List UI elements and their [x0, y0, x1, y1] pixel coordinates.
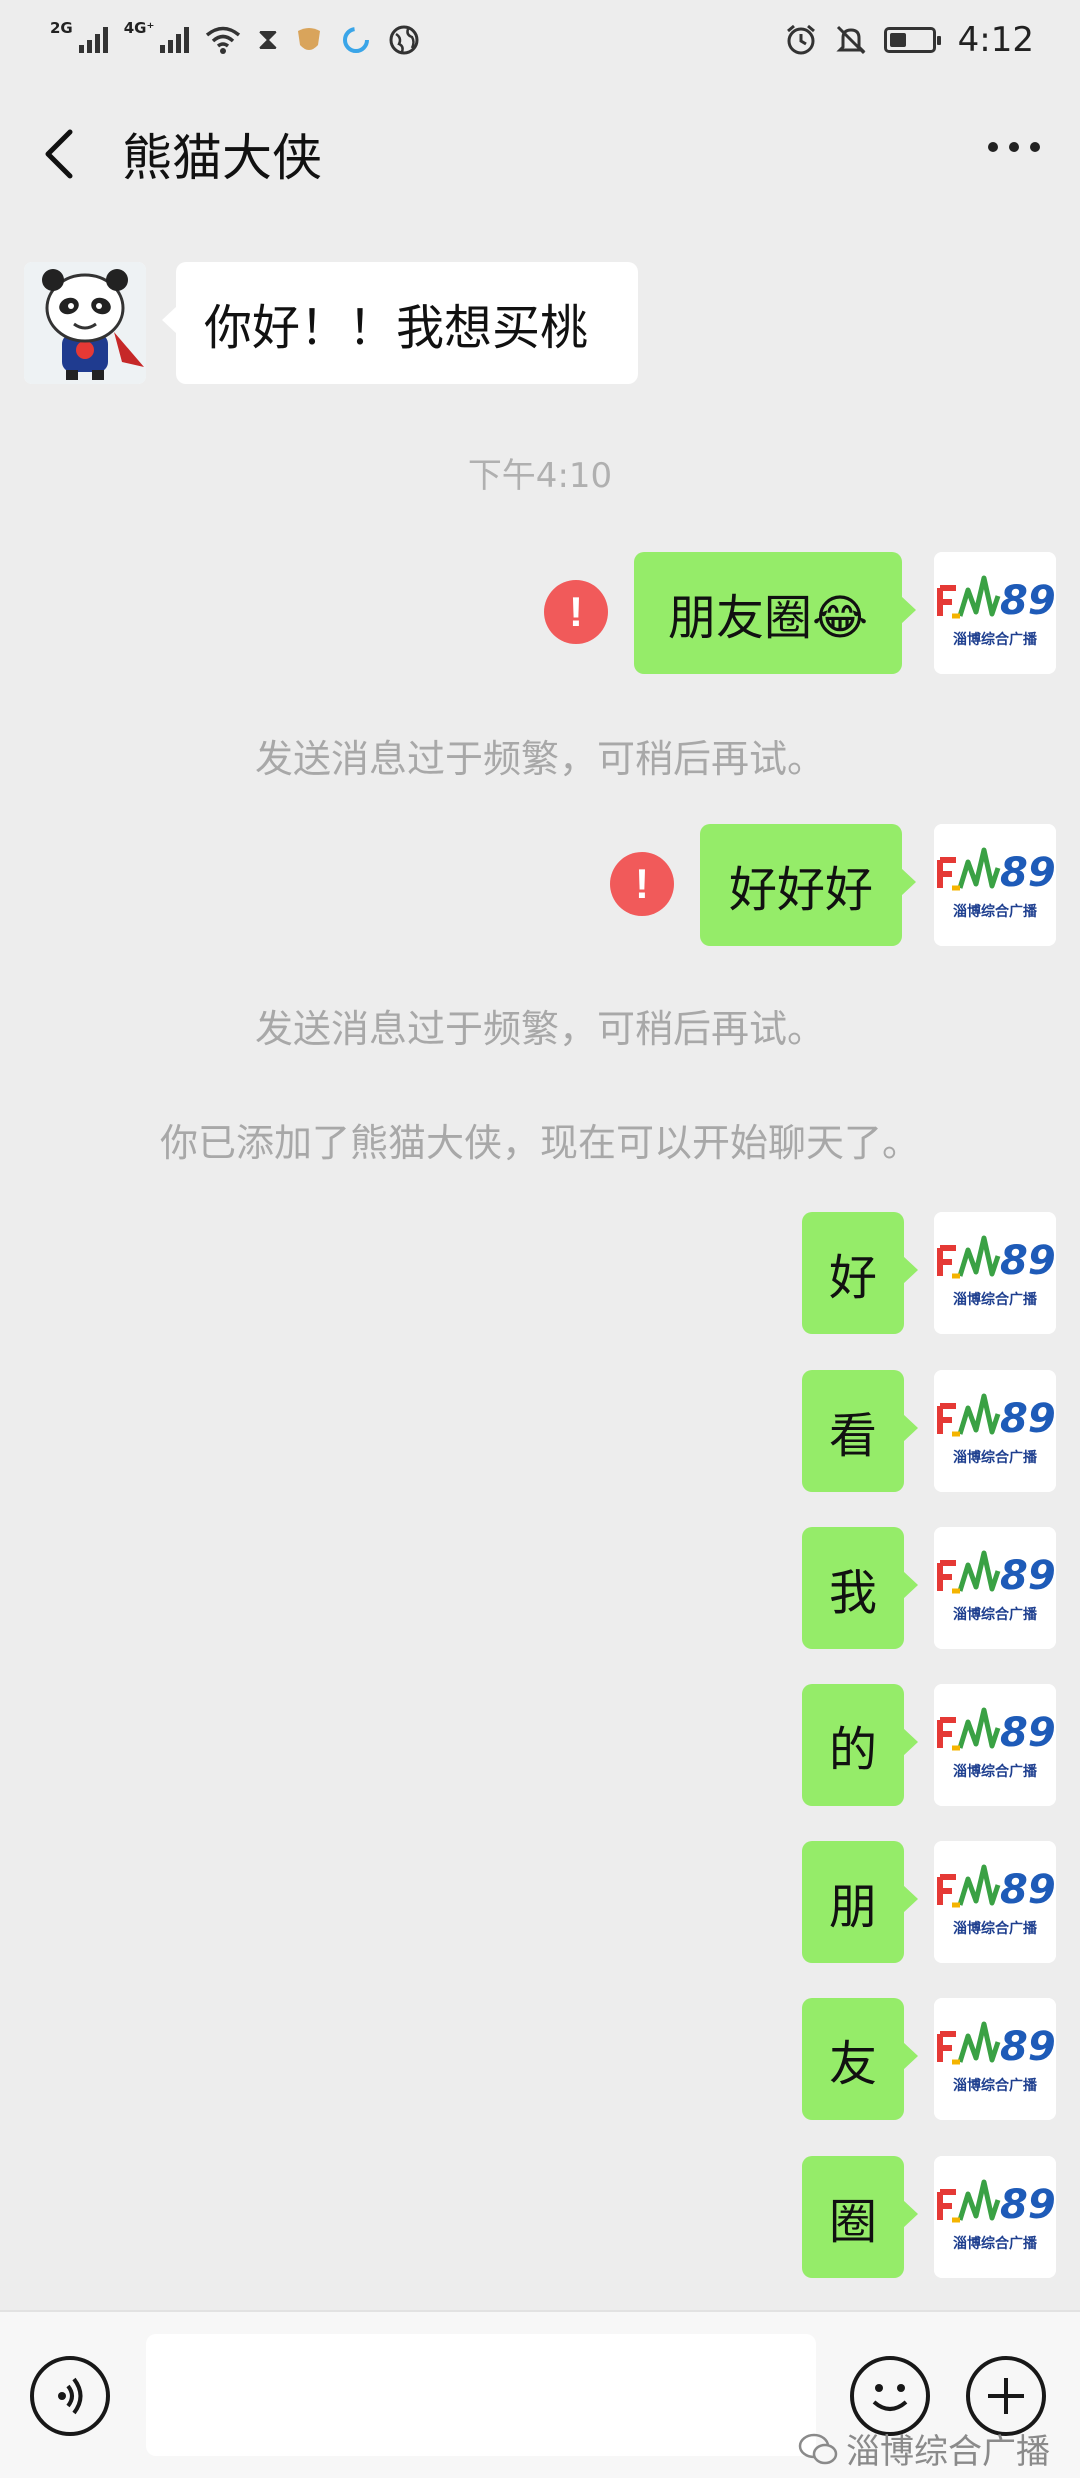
message-text: 好好好 [728, 862, 873, 918]
message-bubble-outgoing[interactable]: 友 [802, 1998, 918, 2120]
my-avatar[interactable]: 89 淄博综合广播 [934, 1212, 1056, 1334]
message-text: 我 [828, 1565, 877, 1621]
fm89-logo-image: 89 淄博综合广播 [934, 552, 1056, 674]
contact-avatar[interactable] [24, 262, 146, 384]
voice-icon [58, 2377, 83, 2415]
svg-text:89: 89 [1000, 1396, 1056, 1442]
battery-icon [883, 27, 941, 53]
smiley-icon [872, 2384, 908, 2411]
svg-text:89: 89 [1000, 2024, 1056, 2070]
signal-icon [160, 27, 190, 53]
my-avatar[interactable]: 89 淄博综合广播 [934, 552, 1056, 674]
message-input[interactable] [146, 2334, 816, 2456]
status-left: 2G 4G⁺ ⧗ [50, 19, 420, 57]
message-bubble-outgoing[interactable]: 圈 [802, 2156, 918, 2278]
network-type-4g: 4G⁺ [123, 19, 155, 37]
svg-text:淄博综合广播: 淄博综合广播 [953, 903, 1038, 920]
system-notice-friend-added: 你已添加了熊猫大侠，现在可以开始聊天了。 [159, 1121, 920, 1165]
wechat-icon [798, 2433, 838, 2464]
svg-text:89: 89 [1000, 1867, 1056, 1913]
plus-icon [988, 2378, 1024, 2414]
message-text: 朋 [828, 1879, 877, 1935]
timestamp: 下午4:10 [467, 456, 613, 496]
svg-text:89: 89 [1000, 1553, 1056, 1599]
svg-text:89: 89 [1000, 2182, 1056, 2228]
voice-input-button[interactable] [30, 2356, 110, 2436]
status-right: 4:12 [784, 20, 1034, 60]
message-text: 你好！！我想买桃 [204, 300, 589, 356]
message-bubble-outgoing[interactable]: 看 [802, 1370, 918, 1492]
watermark: 淄博综合广播 [798, 2424, 1050, 2473]
fm89-logo-image: 89 淄博综合广播 [934, 2156, 1056, 2278]
svg-text:89: 89 [1000, 850, 1056, 896]
network-type-2g: 2G [50, 19, 73, 37]
fm89-logo-image: 89 淄博综合广播 [934, 1684, 1056, 1806]
svg-text:89: 89 [1000, 1238, 1056, 1284]
fm89-logo-image: 89 淄博综合广播 [934, 1212, 1056, 1334]
fm89-logo-image: 89 淄博综合广播 [934, 824, 1056, 946]
fm89-logo-image: 89 淄博综合广播 [934, 1370, 1056, 1492]
message-bubble-outgoing[interactable]: 我 [802, 1527, 918, 1649]
alarm-icon [786, 24, 815, 55]
svg-text:淄博综合广播: 淄博综合广播 [953, 1291, 1038, 1308]
svg-text:淄博综合广播: 淄博综合广播 [953, 2235, 1038, 2252]
svg-text:淄博综合广播: 淄博综合广播 [953, 2077, 1038, 2094]
my-avatar[interactable]: 89 淄博综合广播 [934, 1998, 1056, 2120]
message-bubble-outgoing[interactable]: 的 [802, 1684, 918, 1806]
svg-text:淄博综合广播: 淄博综合广播 [953, 1920, 1038, 1937]
my-avatar[interactable]: 89 淄博综合广播 [934, 1841, 1056, 1963]
message-text: 好 [828, 1250, 877, 1306]
message-text: 朋友圈😂 [667, 590, 869, 646]
my-avatar[interactable]: 89 淄博综合广播 [934, 2156, 1056, 2278]
watermark-text: 淄博综合广播 [846, 2432, 1050, 2472]
wifi-icon [206, 26, 241, 54]
svg-text:淄博综合广播: 淄博综合广播 [953, 1763, 1038, 1780]
svg-text:淄博综合广播: 淄博综合广播 [953, 1449, 1038, 1466]
input-bar: 淄博综合广播 [0, 2310, 1080, 2478]
my-avatar[interactable]: 89 淄博综合广播 [934, 1684, 1056, 1806]
message-text: 的 [828, 1722, 877, 1778]
status-time: 4:12 [957, 20, 1034, 60]
svg-text:89: 89 [1000, 578, 1056, 624]
message-bubble-outgoing[interactable]: 好好好 [700, 824, 916, 946]
fm89-logo-image: 89 淄博综合广播 [934, 1527, 1056, 1649]
fm89-logo-image: 89 淄博综合广播 [934, 1841, 1056, 1963]
svg-text:淄博综合广播: 淄博综合广播 [953, 631, 1038, 648]
message-text: 圈 [828, 2194, 877, 2250]
message-bubble-outgoing[interactable]: 朋友圈😂 [634, 552, 916, 674]
battery-level [889, 33, 906, 47]
back-arrow-icon[interactable] [40, 126, 80, 182]
svg-text:89: 89 [1000, 1710, 1056, 1756]
signal-icon [78, 27, 108, 53]
message-bubble-incoming[interactable]: 你好！！我想买桃 [162, 262, 638, 384]
mute-icon [836, 25, 866, 55]
fm89-logo-image: 89 淄博综合广播 [934, 1998, 1056, 2120]
message-text: 看 [828, 1408, 877, 1464]
my-avatar[interactable]: 89 淄博综合广播 [934, 1370, 1056, 1492]
hourglass-icon: ⧗ [257, 22, 279, 57]
panda-avatar-image [24, 262, 146, 384]
chat-header: 熊猫大侠 [0, 80, 1080, 226]
message-bubble-outgoing[interactable]: 朋 [802, 1841, 918, 1963]
message-text: 友 [828, 2036, 877, 2092]
my-avatar[interactable]: 89 淄博综合广播 [934, 1527, 1056, 1649]
more-options-icon[interactable] [988, 142, 1040, 152]
my-avatar[interactable]: 89 淄博综合广播 [934, 824, 1056, 946]
send-failed-icon[interactable]: ! [544, 580, 608, 644]
system-notice-rate-limit: 发送消息过于频繁，可稍后再试。 [254, 1007, 825, 1051]
svg-text:淄博综合广播: 淄博综合广播 [953, 1606, 1038, 1623]
sync-app-icon [343, 27, 370, 53]
message-bubble-outgoing[interactable]: 好 [802, 1212, 918, 1334]
shield-app-icon [298, 28, 321, 50]
send-failed-icon[interactable]: ! [610, 852, 674, 916]
status-bar: 2G 4G⁺ ⧗ 4:12 [0, 0, 1080, 80]
system-notice-rate-limit: 发送消息过于频繁，可稍后再试。 [254, 737, 825, 781]
chat-title: 熊猫大侠 [122, 129, 322, 187]
globe-icon [389, 25, 419, 55]
